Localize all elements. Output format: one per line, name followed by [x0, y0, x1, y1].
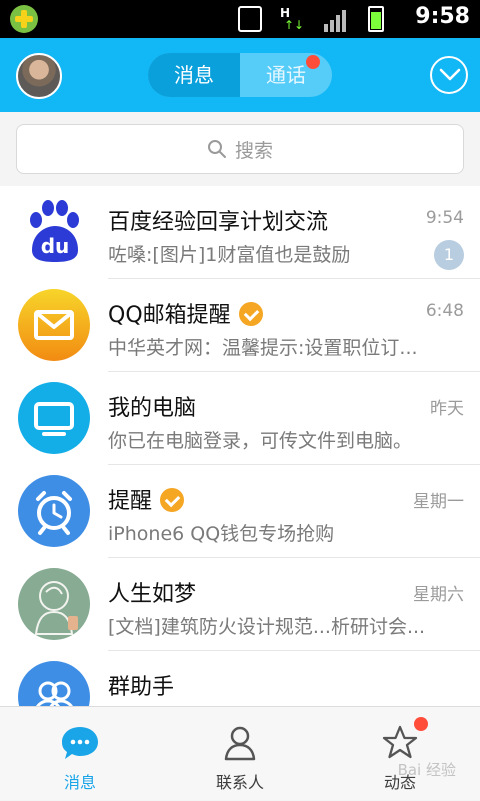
unread-count-badge: 1: [434, 240, 464, 270]
tab-messages[interactable]: 消息: [148, 53, 240, 97]
message-call-switch: 消息 通话: [148, 53, 332, 97]
user-avatar[interactable]: [16, 53, 62, 99]
conversation-preview: 你已在电脑登录，可传文件到电脑。: [108, 430, 413, 452]
calls-notification-dot: [306, 55, 320, 69]
chevron-down-icon: [439, 68, 461, 81]
chat-bubble-icon: [60, 723, 100, 763]
conversation-list: du 百度经验回享计划交流 咗嗓:[图片]1财富值也是鼓励 9:54 1 QQ邮…: [0, 186, 480, 706]
status-icons: H ↑↓: [238, 6, 384, 32]
conversation-item[interactable]: du 百度经验回享计划交流 咗嗓:[图片]1财富值也是鼓励 9:54 1: [0, 186, 480, 279]
baidu-logo-icon: du: [18, 196, 90, 268]
verified-badge-icon: [238, 302, 263, 326]
group-assistant-icon: [18, 661, 90, 706]
conversation-item[interactable]: 提醒 iPhone6 QQ钱包专场抢购 星期一: [0, 465, 480, 558]
conversation-time: 9:54: [425, 208, 464, 228]
signal-icon: [324, 6, 350, 32]
contacts-icon: [220, 723, 260, 763]
conversation-time: 星期六: [413, 585, 464, 605]
search-input[interactable]: 搜索: [16, 124, 464, 174]
network-icon: H ↑↓: [280, 6, 305, 32]
bottom-tab-bar: 消息 联系人 动态 Bai 经验: [0, 706, 480, 800]
conversation-title: 群助手: [108, 675, 175, 700]
conversation-title: 我的电脑: [108, 396, 197, 421]
verified-badge-icon: [160, 488, 185, 512]
watermark: Bai 经验: [397, 761, 456, 779]
alarm-clock-icon: [18, 475, 90, 547]
top-bar: 消息 通话: [0, 38, 480, 112]
conversation-item[interactable]: QQ邮箱提醒 中华英才网：温馨提示:设置职位订... 6:48: [0, 279, 480, 372]
mail-icon: [18, 289, 90, 361]
tab-label: 消息: [63, 773, 96, 792]
contact-avatar: [18, 568, 90, 640]
conversation-preview: [文档]建筑防火设计规范...析研讨会...: [108, 616, 426, 638]
conversation-title: 人生如梦: [108, 582, 197, 607]
conversation-preview: 咗嗓:[图片]1财富值也是鼓励: [108, 244, 351, 266]
status-time: 9:58: [415, 4, 470, 29]
star-icon: [380, 723, 420, 763]
conversation-item[interactable]: 群助手: [0, 651, 480, 706]
conversation-time: 昨天: [430, 399, 464, 419]
computer-icon: [18, 382, 90, 454]
more-menu-button[interactable]: [430, 56, 468, 94]
vibrate-icon: [238, 6, 262, 32]
conversation-title: 百度经验回享计划交流: [108, 210, 329, 235]
app-logo-icon: [10, 5, 38, 33]
search-area: 搜索: [0, 112, 480, 186]
conversation-time: 星期一: [413, 492, 464, 512]
conversation-title: QQ邮箱提醒: [108, 297, 263, 329]
feeds-notification-dot: [414, 717, 428, 731]
svg-text:du: du: [41, 234, 70, 258]
conversation-preview: iPhone6 QQ钱包专场抢购: [108, 523, 335, 545]
conversation-item[interactable]: 人生如梦 [文档]建筑防火设计规范...析研讨会... 星期六: [0, 558, 480, 651]
status-bar: H ↑↓ 9:58: [0, 0, 480, 38]
conversation-item[interactable]: 我的电脑 你已在电脑登录，可传文件到电脑。 昨天: [0, 372, 480, 465]
battery-icon: [368, 6, 384, 32]
conversation-title: 提醒: [108, 483, 185, 515]
tab-contacts-bottom[interactable]: 联系人: [160, 707, 320, 801]
tab-label: 联系人: [215, 773, 264, 792]
conversation-preview: 中华英才网：温馨提示:设置职位订...: [108, 337, 418, 359]
search-placeholder: 搜索: [234, 139, 273, 162]
tab-feeds-bottom[interactable]: 动态: [320, 707, 480, 801]
tab-messages-bottom[interactable]: 消息: [0, 707, 160, 801]
conversation-time: 6:48: [425, 301, 464, 321]
search-icon: [207, 140, 226, 158]
